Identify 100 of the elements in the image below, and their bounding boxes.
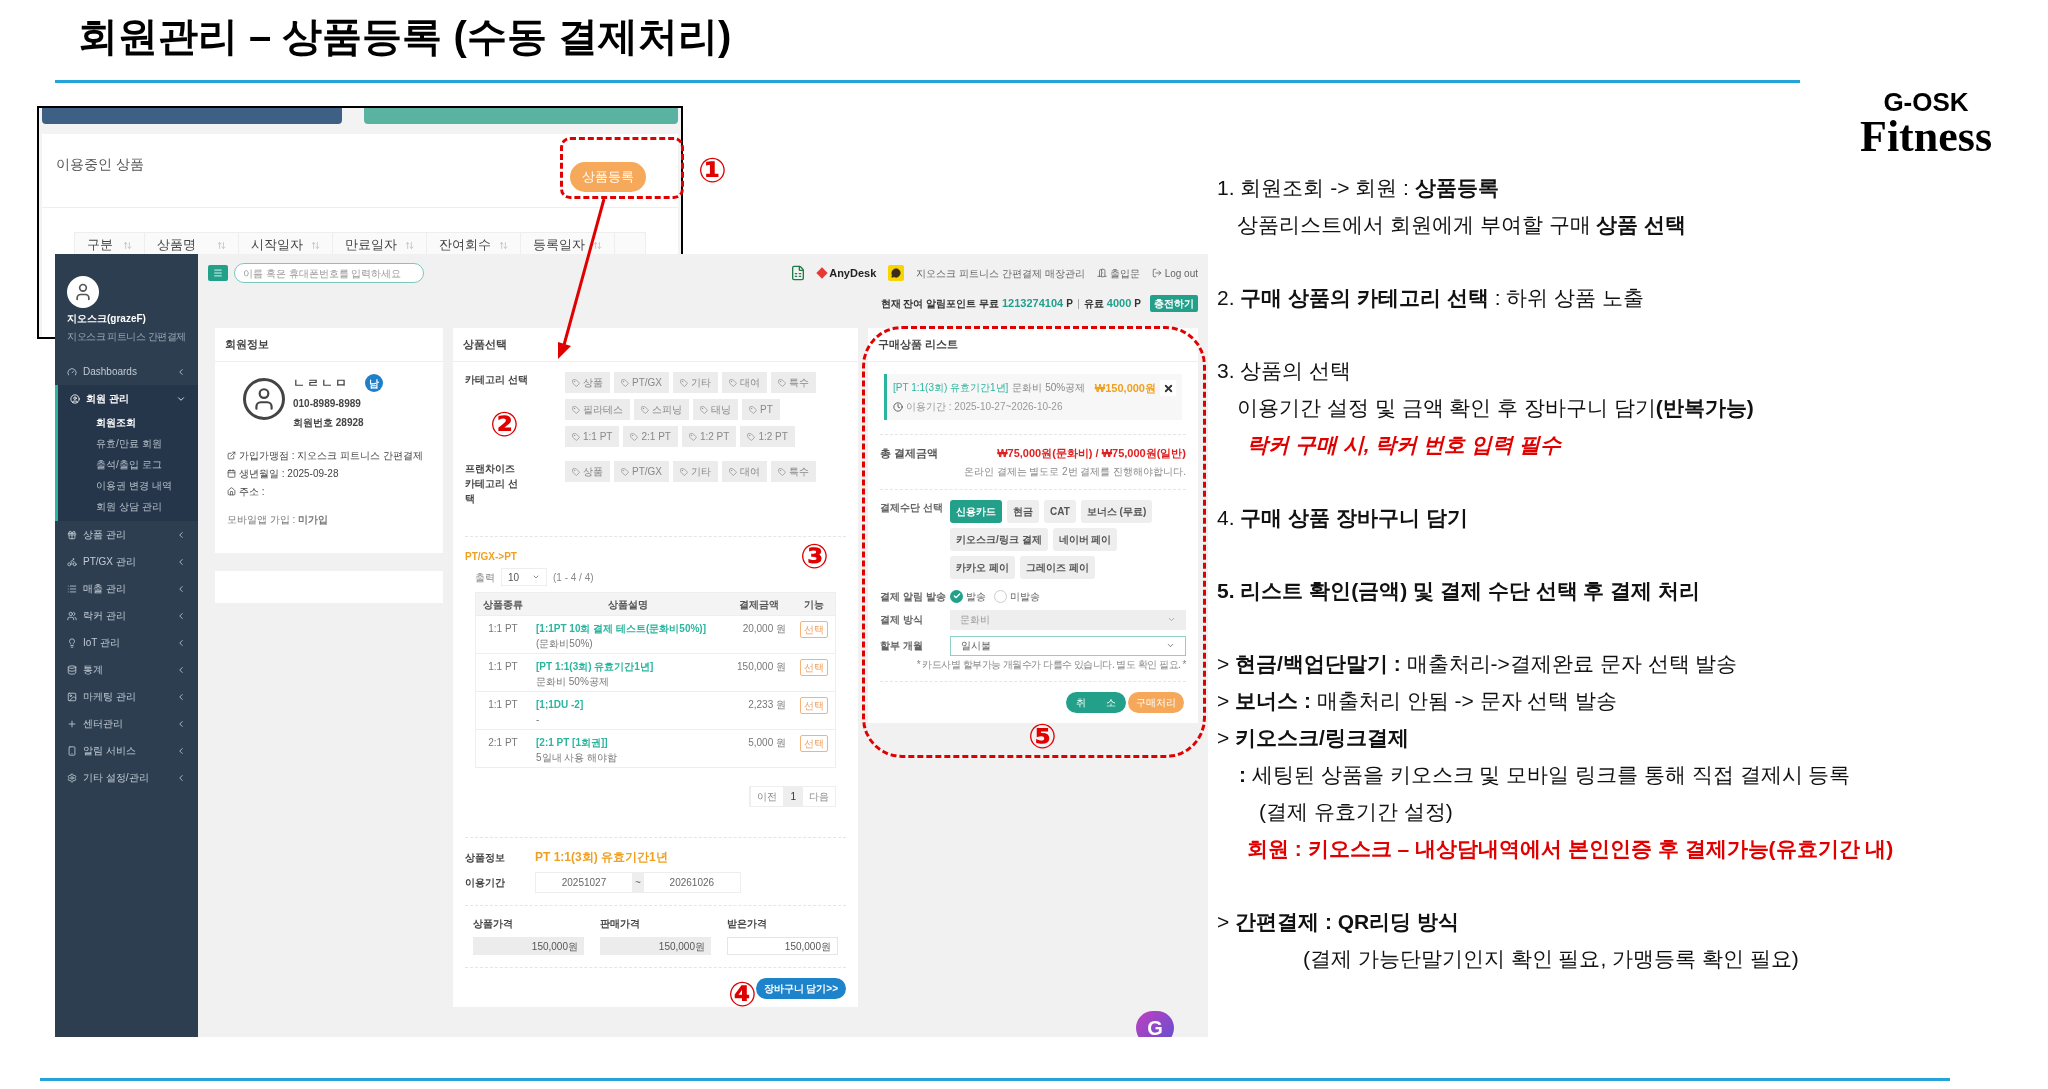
sidebar-item[interactable]: 센터관리 — [55, 710, 198, 737]
price-field: 150,000원 — [600, 937, 711, 955]
slide-title: 회원관리 – 상품등록 (수동 결제처리) — [78, 13, 732, 60]
category-tag[interactable]: 기타 — [673, 372, 718, 393]
check-icon — [952, 592, 961, 600]
table-cell-text: 20,000 원 — [741, 622, 787, 636]
remove-button[interactable] — [1160, 380, 1176, 396]
add-to-cart-button[interactable]: 장바구니 담기>> — [755, 978, 846, 999]
sidebar-item[interactable]: 기타 설정/관리 — [55, 764, 198, 791]
sort-icon[interactable] — [311, 240, 320, 250]
category-tag[interactable]: PT/GX — [614, 372, 669, 393]
category-tag[interactable]: 상품 — [565, 372, 610, 393]
select-button[interactable]: 선택 — [799, 697, 828, 714]
product-name-link[interactable]: [1;1DU -2] — [536, 697, 726, 712]
spreadsheet-icon[interactable] — [790, 265, 807, 281]
sidebar-item[interactable]: 회원 관리 — [58, 385, 198, 412]
category-tag[interactable]: PT — [742, 399, 780, 420]
payment-method-button[interactable]: 키오스크/링크 결제 — [950, 527, 1048, 551]
radio-button[interactable] — [994, 589, 1007, 603]
charge-button[interactable]: 충전하기 — [1150, 295, 1198, 312]
product-name-link[interactable]: [PT 1:1(3회) 유효기간1년] — [536, 659, 726, 674]
note-line: : 세팅된 상품을 키오스크 및 모바일 링크를 통해 직접 결제시 등록 — [1238, 762, 1852, 788]
rows-select[interactable]: 10 — [501, 568, 547, 586]
payment-method-button[interactable]: CAT — [1044, 499, 1076, 523]
sidebar-subitem[interactable]: 유효/만료 회원 — [58, 433, 198, 454]
sort-icon[interactable] — [593, 240, 602, 250]
price-field[interactable]: 150,000원 — [727, 937, 838, 955]
menu-button[interactable] — [208, 265, 228, 281]
tag-icon — [572, 405, 580, 414]
sidebar-item[interactable]: Dashboards — [55, 358, 198, 385]
product-name-link[interactable]: [1:1PT 10회 결제 테스트(문화비50%)] — [536, 621, 726, 636]
sort-icon[interactable] — [217, 240, 226, 250]
sidebar-item[interactable]: 상품 관리 — [55, 521, 198, 548]
sidebar-item[interactable]: 마케팅 관리 — [55, 683, 198, 710]
total-note: 온라인 결제는 별도로 2번 결제를 진행해야합니다. — [963, 464, 1186, 479]
card-title: 구매상품 리스트 — [868, 328, 1198, 362]
payment-method-button[interactable]: 네이버 페이 — [1052, 527, 1118, 551]
sidebar-item[interactable]: PT/GX 관리 — [55, 548, 198, 575]
sidebar-item[interactable]: IoT 관리 — [55, 629, 198, 656]
payment-method-button[interactable]: 그레이즈 페이 — [1019, 555, 1095, 579]
table-cell-text: 문화비 50%공제 — [536, 675, 610, 689]
product-name-link[interactable]: [2:1 PT [1회권]] — [536, 735, 726, 750]
category-tag[interactable]: 2:1 PT — [623, 426, 678, 447]
step-marker: ① — [698, 153, 727, 187]
sort-icon[interactable] — [123, 240, 132, 250]
tag-icon — [621, 467, 629, 476]
chevron-left-icon — [176, 745, 186, 756]
sidebar-item[interactable]: 매출 관리 — [55, 575, 198, 602]
sidebar-item[interactable]: 락커 관리 — [55, 602, 198, 629]
anydesk-link[interactable]: AnyDesk — [818, 264, 877, 282]
cancel-button[interactable]: 취 소 — [1066, 691, 1126, 713]
sidebar-subitem[interactable]: 회원 상담 관리 — [58, 496, 198, 517]
payment-method-button[interactable]: 카카오 페이 — [950, 555, 1015, 579]
door-link[interactable]: 출입문 — [1109, 265, 1140, 281]
chevron-left-icon — [176, 583, 186, 594]
category-tag[interactable]: 특수 — [771, 461, 816, 482]
category-tag[interactable]: 상품 — [565, 461, 610, 482]
store-link[interactable]: 지오스크 피트니스 간편결제 매장관리 — [916, 265, 1085, 281]
category-tag[interactable]: 대여 — [722, 372, 767, 393]
category-tag[interactable]: 태닝 — [693, 399, 738, 420]
radio-label: 미발송 — [1010, 589, 1040, 604]
page-link[interactable]: 1 — [783, 787, 802, 806]
select-button[interactable]: 선택 — [799, 621, 828, 638]
category-tag[interactable]: 스피닝 — [634, 399, 689, 420]
chat-icon[interactable] — [888, 265, 905, 281]
sort-icon[interactable] — [405, 240, 414, 250]
sidebar-item[interactable]: 알림 서비스 — [55, 737, 198, 764]
sidebar-item[interactable]: 통계 — [55, 656, 198, 683]
note-line: (결제 가능단말기인지 확인 필요, 가맹등록 확인 필요) — [1302, 946, 1800, 972]
chat-bubble-icon — [891, 268, 902, 278]
link-icon — [227, 451, 236, 460]
sidebar-subitem[interactable]: 출석/출입 로그 — [58, 454, 198, 475]
sidebar-subitem[interactable]: 이용권 변경 내역 — [58, 475, 198, 496]
search-field[interactable]: 이름 혹은 휴대폰번호를 입력하세요 — [234, 263, 424, 283]
payment-method-button[interactable]: 현금 — [1007, 499, 1039, 523]
point-unit: P — [1134, 297, 1141, 311]
sidebar-subitem[interactable]: 회원조회 — [58, 412, 198, 433]
floating-button[interactable]: G — [1136, 1011, 1174, 1037]
category-tag[interactable]: PT/GX — [614, 461, 669, 482]
category-tag[interactable]: 1:2 PT — [740, 426, 795, 447]
payment-method-button[interactable]: 신용카드 — [950, 499, 1002, 523]
category-tag[interactable]: 1:2 PT — [681, 426, 737, 447]
chevron-left-icon — [176, 772, 186, 783]
sort-icon[interactable] — [499, 240, 508, 250]
category-tag[interactable]: 기타 — [673, 461, 718, 482]
logout-link[interactable]: Log out — [1164, 265, 1198, 281]
select-button[interactable]: 선택 — [799, 659, 828, 676]
paid-points: 4000 — [1106, 296, 1132, 312]
column-header: 상품설명 — [607, 597, 649, 612]
payment-method-button[interactable]: 보너스 (무료) — [1080, 499, 1153, 523]
select-button[interactable]: 선택 — [799, 735, 828, 752]
calendar-icon — [227, 469, 236, 478]
menu-icon — [213, 268, 223, 278]
dropdown[interactable]: 일시불 — [950, 635, 1186, 656]
category-tag[interactable]: 필라테스 — [565, 399, 630, 420]
category-tag[interactable]: 1:1 PT — [565, 426, 620, 447]
radio-button[interactable] — [950, 589, 963, 603]
point-unit: P — [1066, 297, 1073, 311]
category-tag[interactable]: 특수 — [771, 372, 816, 393]
category-tag[interactable]: 대여 — [722, 461, 767, 482]
